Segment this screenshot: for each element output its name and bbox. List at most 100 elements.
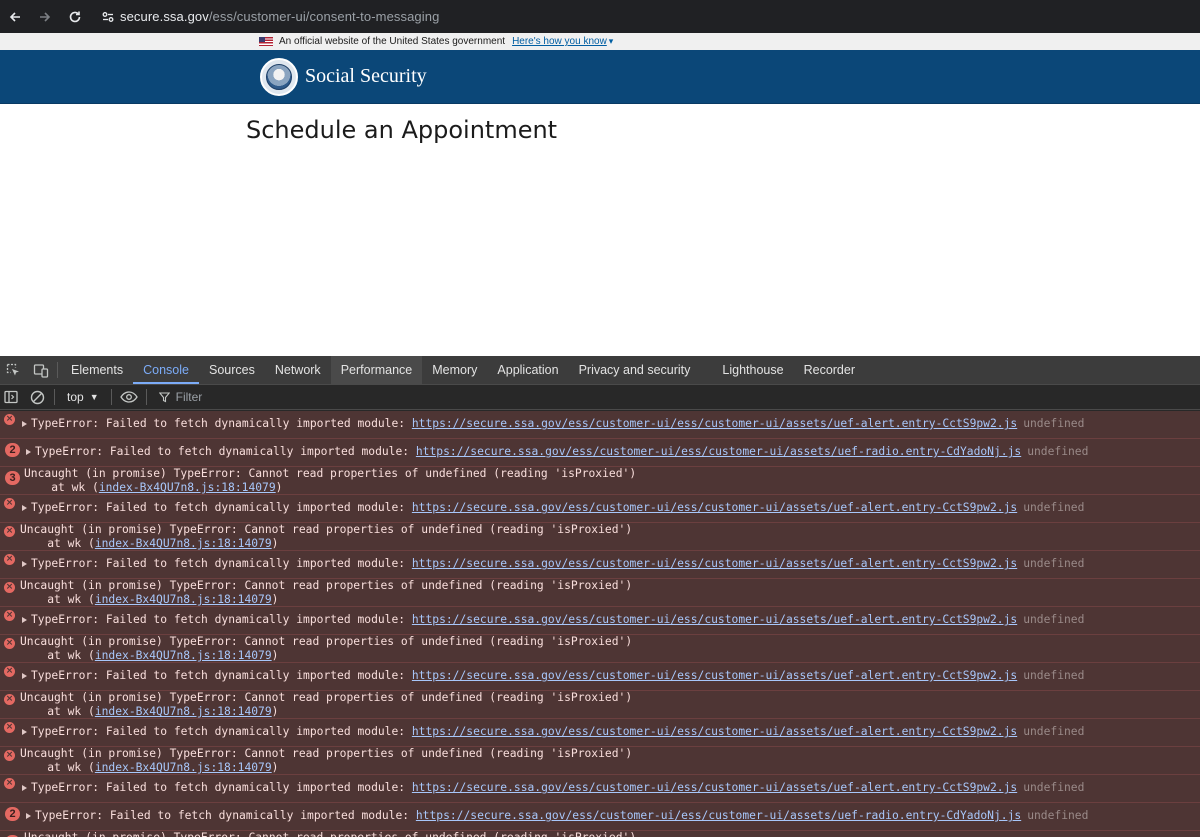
module-url-link[interactable]: https://secure.ssa.gov/ess/customer-ui/e… bbox=[416, 445, 1021, 458]
tab-recorder[interactable]: Recorder bbox=[794, 356, 865, 384]
us-flag-icon bbox=[259, 37, 273, 46]
console-error-uncaught[interactable]: × Uncaught (in promise) TypeError: Cannot… bbox=[0, 635, 1200, 663]
error-icon: × bbox=[4, 610, 15, 621]
context-selector[interactable]: top ▼ bbox=[61, 390, 105, 404]
console-error-fetch[interactable]: × TypeError: Failed to fetch dynamically … bbox=[0, 607, 1200, 635]
tune-icon bbox=[102, 11, 114, 22]
error-icon: × bbox=[4, 498, 15, 509]
console-error-uncaught[interactable]: 3Uncaught (in promise) TypeError: Cannot… bbox=[0, 831, 1200, 837]
page-title: Schedule an Appointment bbox=[246, 116, 558, 144]
device-toolbar-icon[interactable] bbox=[27, 356, 54, 384]
console-error-uncaught[interactable]: 3 Uncaught (in promise) TypeError: Cannot… bbox=[0, 467, 1200, 495]
heres-how-you-know-link[interactable]: Here's how you know bbox=[512, 36, 607, 47]
source-location-link[interactable]: index-Bx4QU7n8.js:18:14079 bbox=[95, 537, 272, 550]
back-button[interactable] bbox=[0, 0, 30, 33]
tab-lighthouse[interactable]: Lighthouse bbox=[712, 356, 793, 384]
stack-frame-close: ) bbox=[271, 649, 279, 662]
error-text: Uncaught (in promise) TypeError: Cannot … bbox=[24, 467, 637, 480]
reload-button[interactable] bbox=[60, 0, 90, 33]
module-url-link[interactable]: https://secure.ssa.gov/ess/customer-ui/e… bbox=[416, 809, 1021, 822]
expand-triangle-icon[interactable] bbox=[26, 448, 31, 455]
console-error-fetch[interactable]: × TypeError: Failed to fetch dynamically … bbox=[0, 775, 1200, 803]
devtools-panel: Elements Console Sources Network Perform… bbox=[0, 356, 1200, 837]
expand-triangle-icon[interactable] bbox=[22, 672, 27, 679]
expand-triangle-icon[interactable] bbox=[22, 616, 27, 623]
forward-button[interactable] bbox=[30, 0, 60, 33]
stack-frame-close: ) bbox=[275, 481, 283, 494]
stack-frame-text: at wk ( bbox=[20, 593, 95, 606]
error-icon: × bbox=[4, 582, 15, 593]
error-text: TypeError: Failed to fetch dynamically i… bbox=[31, 417, 412, 430]
error-text: TypeError: Failed to fetch dynamically i… bbox=[31, 781, 412, 794]
undefined-value: undefined bbox=[1027, 809, 1089, 822]
tab-privacy-and-security[interactable]: Privacy and security bbox=[569, 356, 713, 384]
expand-triangle-icon[interactable] bbox=[26, 812, 31, 819]
expand-triangle-icon[interactable] bbox=[22, 420, 27, 427]
stack-frame-text: at wk ( bbox=[20, 537, 95, 550]
brand-name[interactable]: Social Security bbox=[305, 65, 427, 88]
stack-frame-close: ) bbox=[271, 593, 279, 606]
tab-application[interactable]: Application bbox=[487, 356, 568, 384]
site-info-button[interactable] bbox=[96, 0, 120, 33]
address-bar[interactable]: secure.ssa.gov/ess/customer-ui/consent-t… bbox=[120, 9, 439, 24]
error-text: TypeError: Failed to fetch dynamically i… bbox=[35, 809, 416, 822]
undefined-value: undefined bbox=[1023, 417, 1085, 430]
console-error-uncaught[interactable]: × Uncaught (in promise) TypeError: Cannot… bbox=[0, 579, 1200, 607]
caret-down-icon: ▼ bbox=[89, 392, 99, 402]
site-header: Social Security bbox=[0, 50, 1200, 104]
expand-triangle-icon[interactable] bbox=[22, 560, 27, 567]
tab-console[interactable]: Console bbox=[133, 356, 199, 384]
filter-placeholder: Filter bbox=[175, 390, 203, 404]
expand-triangle-icon[interactable] bbox=[22, 784, 27, 791]
context-value: top bbox=[67, 390, 84, 404]
sidebar-toggle-icon[interactable] bbox=[0, 385, 22, 410]
expand-triangle-icon[interactable] bbox=[22, 728, 27, 735]
console-error-fetch[interactable]: × TypeError: Failed to fetch dynamically … bbox=[0, 719, 1200, 747]
tab-elements[interactable]: Elements bbox=[61, 356, 133, 384]
tab-performance[interactable]: Performance bbox=[330, 356, 423, 384]
tab-sources[interactable]: Sources bbox=[199, 356, 265, 384]
stack-frame-text: at wk ( bbox=[20, 761, 95, 774]
source-location-link[interactable]: index-Bx4QU7n8.js:18:14079 bbox=[95, 761, 272, 774]
error-icon: × bbox=[4, 554, 15, 565]
tab-memory[interactable]: Memory bbox=[422, 356, 487, 384]
module-url-link[interactable]: https://secure.ssa.gov/ess/customer-ui/e… bbox=[412, 725, 1017, 738]
console-error-uncaught[interactable]: × Uncaught (in promise) TypeError: Cannot… bbox=[0, 747, 1200, 775]
browser-toolbar: secure.ssa.gov/ess/customer-ui/consent-t… bbox=[0, 0, 1200, 33]
module-url-link[interactable]: https://secure.ssa.gov/ess/customer-ui/e… bbox=[412, 613, 1017, 626]
console-error-fetch[interactable]: × TypeError: Failed to fetch dynamically … bbox=[0, 411, 1200, 439]
source-location-link[interactable]: index-Bx4QU7n8.js:18:14079 bbox=[95, 593, 272, 606]
module-url-link[interactable]: https://secure.ssa.gov/ess/customer-ui/e… bbox=[412, 669, 1017, 682]
console-error-uncaught[interactable]: × Uncaught (in promise) TypeError: Cannot… bbox=[0, 691, 1200, 719]
error-text: TypeError: Failed to fetch dynamically i… bbox=[31, 725, 412, 738]
filter-icon bbox=[158, 391, 170, 402]
source-location-link[interactable]: index-Bx4QU7n8.js:18:14079 bbox=[95, 705, 272, 718]
stack-frame-close: ) bbox=[271, 537, 279, 550]
live-expression-eye-icon[interactable] bbox=[118, 385, 140, 410]
module-url-link[interactable]: https://secure.ssa.gov/ess/customer-ui/e… bbox=[412, 501, 1017, 514]
ssa-seal-logo[interactable] bbox=[260, 58, 298, 96]
error-icon: × bbox=[4, 750, 15, 761]
tab-network[interactable]: Network bbox=[265, 356, 331, 384]
repeat-count-badge: 3 bbox=[5, 471, 20, 485]
module-url-link[interactable]: https://secure.ssa.gov/ess/customer-ui/e… bbox=[412, 557, 1017, 570]
error-text: Uncaught (in promise) TypeError: Cannot … bbox=[24, 831, 636, 837]
console-error-fetch[interactable]: 2 TypeError: Failed to fetch dynamically … bbox=[0, 439, 1200, 467]
console-error-fetch[interactable]: × TypeError: Failed to fetch dynamically … bbox=[0, 551, 1200, 579]
undefined-value: undefined bbox=[1023, 669, 1085, 682]
filter-input[interactable]: Filter bbox=[158, 390, 203, 404]
console-error-uncaught[interactable]: × Uncaught (in promise) TypeError: Cannot… bbox=[0, 523, 1200, 551]
console-error-fetch[interactable]: × TypeError: Failed to fetch dynamically … bbox=[0, 495, 1200, 523]
inspect-element-icon[interactable] bbox=[0, 356, 27, 384]
console-messages: × TypeError: Failed to fetch dynamically … bbox=[0, 411, 1200, 837]
expand-triangle-icon[interactable] bbox=[22, 504, 27, 511]
clear-console-icon[interactable] bbox=[26, 385, 48, 410]
module-url-link[interactable]: https://secure.ssa.gov/ess/customer-ui/e… bbox=[412, 781, 1017, 794]
console-error-fetch[interactable]: × TypeError: Failed to fetch dynamically … bbox=[0, 663, 1200, 691]
source-location-link[interactable]: index-Bx4QU7n8.js:18:14079 bbox=[99, 481, 276, 494]
console-error-fetch[interactable]: 2 TypeError: Failed to fetch dynamically … bbox=[0, 803, 1200, 831]
module-url-link[interactable]: https://secure.ssa.gov/ess/customer-ui/e… bbox=[412, 417, 1017, 430]
stack-frame-close: ) bbox=[271, 761, 279, 774]
source-location-link[interactable]: index-Bx4QU7n8.js:18:14079 bbox=[95, 649, 272, 662]
console-toolbar: top ▼ Filter bbox=[0, 385, 1200, 410]
